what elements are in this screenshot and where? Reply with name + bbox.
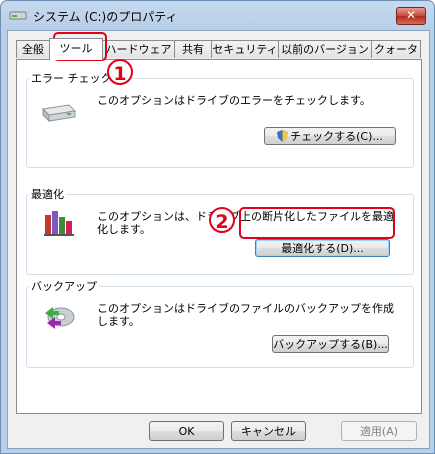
tab-hardware[interactable]: ハードウェア — [102, 40, 175, 58]
title-bar[interactable]: システム (C:)のプロパティ ✕ — [1, 1, 434, 29]
defrag-button-highlight — [239, 207, 395, 239]
tab-general[interactable]: 全般 — [16, 40, 50, 58]
check-now-button[interactable]: チェックする(C)... — [264, 127, 396, 145]
backup-description: このオプションはドライブのファイルのバックアップを作成します。 — [97, 302, 394, 328]
backup-icon — [43, 301, 77, 334]
backup-group: バックアップ このオプションはドライブのファイルのバックアップを作成します。 バ… — [26, 278, 414, 368]
annotation-marker-1: 1 — [107, 59, 133, 85]
close-button[interactable]: ✕ — [396, 7, 426, 25]
ok-button[interactable]: OK — [149, 421, 224, 441]
tab-tools[interactable]: ツール — [49, 38, 103, 60]
defrag-title: 最適化 — [29, 186, 66, 202]
tab-quota[interactable]: クォータ — [371, 40, 421, 58]
error-check-group: エラー チェック このオプションはドライブのエラーをチェックします。 チェックす… — [26, 70, 414, 168]
tab-sharing[interactable]: 共有 — [174, 40, 212, 58]
annotation-marker-2: 2 — [209, 207, 235, 233]
shield-icon — [277, 130, 289, 148]
tab-security[interactable]: セキュリティ — [211, 40, 279, 58]
backup-title: バックアップ — [29, 278, 99, 294]
error-check-description: このオプションはドライブのエラーをチェックします。 — [97, 94, 371, 107]
backup-now-button[interactable]: バックアップする(B)... — [272, 335, 389, 353]
hard-drive-icon — [39, 101, 77, 128]
cancel-button[interactable]: キャンセル — [231, 421, 306, 441]
close-icon: ✕ — [405, 8, 417, 22]
dialog-client: 全般 ツール ハードウェア 共有 セキュリティ 以前のバージョン クォータ エラ… — [7, 30, 430, 449]
window-title: システム (C:)のプロパティ — [33, 10, 178, 24]
tab-strip: 全般 ツール ハードウェア 共有 セキュリティ 以前のバージョン クォータ — [16, 38, 426, 60]
apply-button[interactable]: 適用(A) — [341, 421, 417, 441]
error-check-title: エラー チェック — [29, 70, 114, 86]
defrag-icon — [43, 207, 77, 240]
defragment-now-button[interactable]: 最適化する(D)... — [255, 239, 390, 257]
tab-previous-versions[interactable]: 以前のバージョン — [278, 40, 372, 58]
drive-icon — [9, 8, 27, 22]
